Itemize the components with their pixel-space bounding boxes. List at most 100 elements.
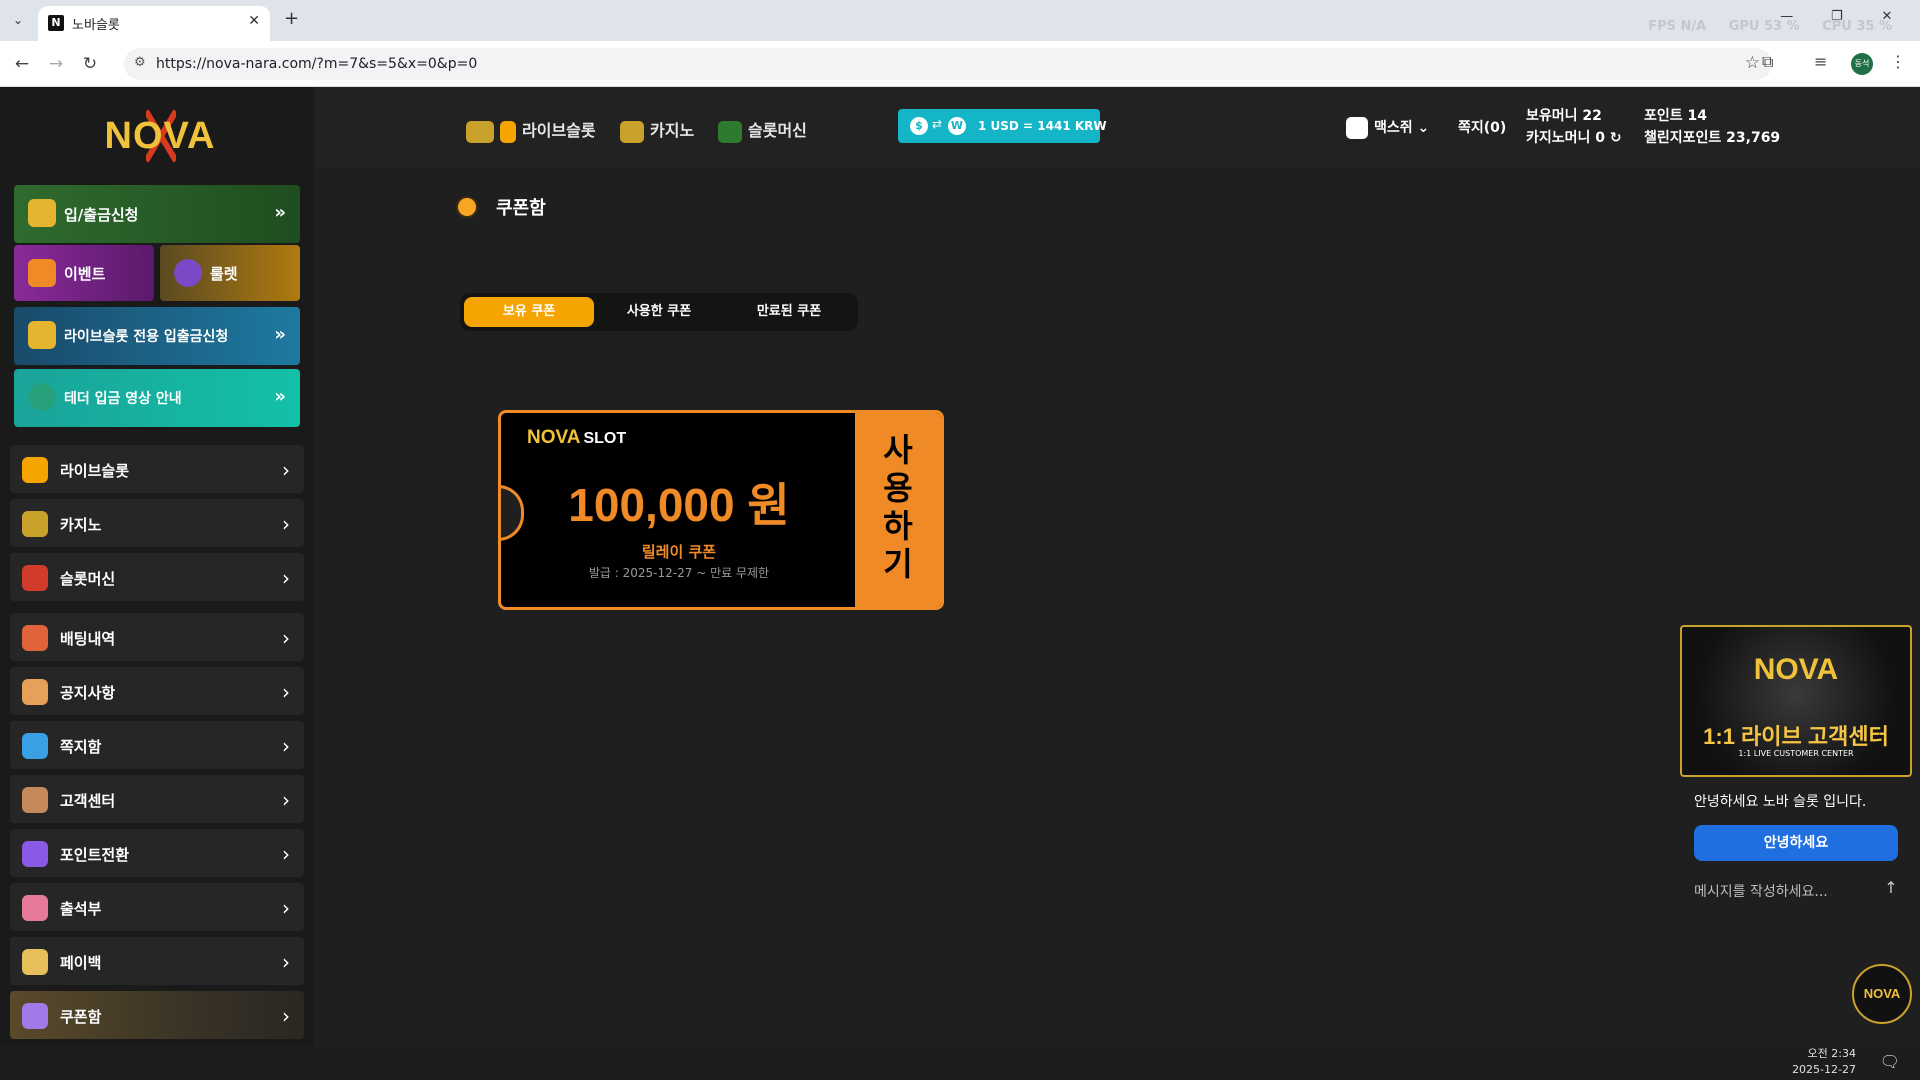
use-coupon-label: 사용하기 (883, 431, 913, 583)
points-text: 포인트 14 (1644, 108, 1707, 124)
coupon-tabs: 보유 쿠폰 사용한 쿠폰 만료된 쿠폰 (460, 293, 858, 331)
liveslot-logo-icon (466, 120, 494, 143)
challenge-points-text: 챌린지포인트 23,769 (1644, 130, 1781, 146)
tab-owned-coupons[interactable]: 보유 쿠폰 (464, 297, 594, 327)
tether-guide-label: 테더 입금 영상 안내 (64, 391, 182, 407)
support-agent-icon (22, 787, 48, 813)
close-window-icon[interactable]: ✕ (1864, 9, 1910, 24)
tab-title: 노바슬롯 (72, 18, 120, 33)
gold-coins-icon (28, 199, 56, 227)
browser-tabbar: ⌄ N 노바슬롯 ✕ + FPS N/A GPU 53 % CPU 35 % —… (0, 0, 1920, 41)
use-coupon-button[interactable]: 사용하기 (855, 413, 941, 607)
chat-toggle-button[interactable]: NOVA (1852, 964, 1912, 1024)
taskbar-date: 2025-12-27 (1792, 1063, 1856, 1076)
forward-icon[interactable]: → (44, 52, 68, 76)
clipboard-icon (22, 625, 48, 651)
site-info-icon[interactable]: ⚙ (134, 55, 146, 70)
chevron-right-icon: › (282, 950, 290, 974)
casino-icon (22, 511, 48, 537)
sidebar-item-10[interactable]: 쿠폰함 › (10, 991, 304, 1039)
window-controls: — ❐ ✕ (1764, 9, 1910, 24)
chat-bubble-icon (22, 733, 48, 759)
site-root: NOVA 입/출금신청 » 이벤트 룰렛 라이브슬롯 전용 입출금신청 » 테더… (0, 87, 1920, 1080)
chat-banner-title: 1:1 라이브 고객센터 (1703, 724, 1889, 749)
sidebar-item-label: 쪽지함 (60, 738, 102, 756)
sidebar-item-7[interactable]: 포인트전환 › (10, 829, 304, 877)
casino-money-text: 카지노머니 0 (1526, 130, 1606, 146)
sidebar-item-label: 슬롯머신 (60, 570, 116, 588)
liveslot-icon (22, 457, 48, 483)
restore-icon[interactable]: ❐ (1814, 9, 1860, 24)
refresh-icon[interactable]: ↻ (1610, 130, 1622, 146)
tab-close-icon[interactable]: ✕ (248, 13, 260, 29)
sidebar-item-5[interactable]: 쪽지함 › (10, 721, 304, 769)
tab-expired-coupons[interactable]: 만료된 쿠폰 (724, 297, 854, 327)
sidebar-item-label: 포인트전환 (60, 846, 130, 864)
extensions-icon[interactable]: ⧉ (1762, 52, 1773, 72)
taskbar-time: 오전 2:34 (1807, 1047, 1856, 1060)
sidebar-item-8[interactable]: 출석부 › (10, 883, 304, 931)
sidebar-item-1[interactable]: 카지노 › (10, 499, 304, 547)
user-menu[interactable]: 맥스쥐 ⌄ (1346, 117, 1429, 139)
chevron-right-icon: › (282, 680, 290, 704)
chat-quick-reply-button[interactable]: 안녕하세요 (1694, 825, 1898, 861)
double-chevron-icon: » (274, 202, 286, 223)
messages-link[interactable]: 쪽지(0) (1458, 117, 1506, 137)
roulette-button[interactable]: 룰렛 (160, 245, 300, 301)
nav-slot[interactable]: 슬롯머신 (718, 117, 807, 143)
event-button[interactable]: 이벤트 (14, 245, 154, 301)
sidebar-item-6[interactable]: 고객센터 › (10, 775, 304, 823)
minimize-icon[interactable]: — (1764, 9, 1810, 24)
gift-icon (28, 259, 56, 287)
sidebar-item-4[interactable]: 공지사항 › (10, 667, 304, 715)
dollar-coin-icon: $ (910, 117, 928, 135)
chat-message-input[interactable]: 메시지를 작성하세요... (1694, 881, 1828, 901)
nav-slot-label: 슬롯머신 (748, 121, 807, 140)
chevron-right-icon: › (282, 896, 290, 920)
casino-icon (620, 120, 644, 143)
sidebar-item-label: 페이백 (60, 954, 102, 972)
deposit-withdraw-button[interactable]: 입/출금신청 » (14, 185, 300, 243)
new-tab-icon[interactable]: + (284, 8, 299, 29)
taskbar-clock: 오전 2:34 2025-12-27 (1792, 1046, 1856, 1078)
media-queue-icon[interactable]: ≡ (1814, 52, 1827, 71)
profile-avatar[interactable]: 동석 (1851, 53, 1873, 75)
roulette-label: 룰렛 (210, 265, 238, 283)
liveslot-deposit-label: 라이브슬롯 전용 입출금신청 (64, 329, 229, 345)
chevron-right-icon: › (282, 842, 290, 866)
sidebar: NOVA 입/출금신청 » 이벤트 룰렛 라이브슬롯 전용 입출금신청 » 테더… (0, 87, 314, 1080)
tab-search-dropdown-icon[interactable]: ⌄ (8, 10, 28, 30)
bookmark-star-icon[interactable]: ☆ (1745, 53, 1760, 73)
send-arrow-icon[interactable]: ↑ (1880, 877, 1902, 899)
nav-casino[interactable]: 카지노 (620, 117, 694, 143)
coupon-brand-text: NOVA (527, 427, 581, 448)
top-nav: 라이브슬롯 카지노 슬롯머신 $ ⇄ W 1 USD = 1441 KRW 맥스… (314, 87, 1920, 167)
tether-guide-button[interactable]: 테더 입금 영상 안내 » (14, 369, 300, 427)
browser-menu-icon[interactable]: ⋮ (1890, 52, 1906, 71)
address-bar[interactable]: ⚙ https://nova-nara.com/?m=7&s=5&x=0&p=0… (124, 48, 1772, 80)
browser-tab[interactable]: N 노바슬롯 ✕ (38, 6, 270, 41)
liveslot-deposit-button[interactable]: 라이브슬롯 전용 입출금신청 » (14, 307, 300, 365)
coupon-card: NOVA SLOT 100,000 원 릴레이 쿠폰 발급 : 2025-12-2… (498, 410, 944, 610)
coupon-brand-suffix: SLOT (583, 430, 627, 447)
money-bags-icon (28, 321, 56, 349)
sidebar-item-label: 카지노 (60, 516, 102, 534)
notification-icon[interactable]: 🗨 (1880, 1052, 1900, 1071)
user-gear-icon (1346, 117, 1368, 139)
back-icon[interactable]: ← (10, 52, 34, 76)
calendar-icon (22, 895, 48, 921)
sidebar-item-0[interactable]: 라이브슬롯 › (10, 445, 304, 493)
nav-liveslot[interactable]: 라이브슬롯 (466, 117, 596, 143)
site-logo[interactable]: NOVA (90, 99, 230, 169)
swap-arrows-icon: ⇄ (932, 117, 943, 131)
tab-used-coupons[interactable]: 사용한 쿠폰 (594, 297, 724, 327)
sidebar-item-label: 출석부 (60, 900, 102, 918)
points-panel: 포인트 14 챌린지포인트 23,769 (1644, 105, 1780, 149)
sidebar-item-2[interactable]: 슬롯머신 › (10, 553, 304, 601)
sidebar-item-3[interactable]: 배팅내역 › (10, 613, 304, 661)
exchange-rate-badge: $ ⇄ W 1 USD = 1441 KRW (898, 109, 1107, 143)
chat-banner: NOVA 1:1 라이브 고객센터 1:1 LIVE CUSTOMER CENT… (1680, 625, 1912, 777)
chevron-right-icon: › (282, 788, 290, 812)
reload-icon[interactable]: ↻ (78, 52, 102, 76)
sidebar-item-9[interactable]: 페이백 › (10, 937, 304, 985)
